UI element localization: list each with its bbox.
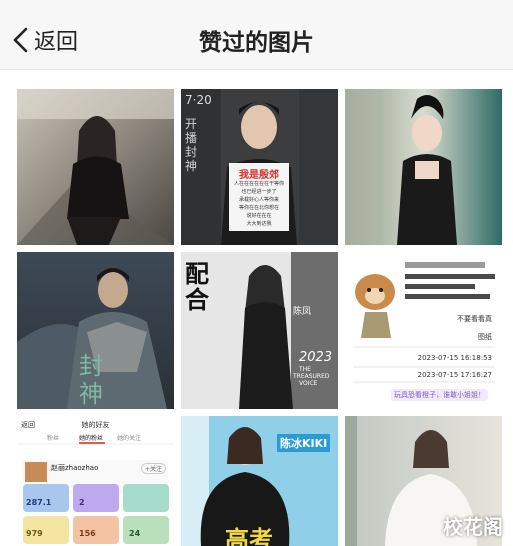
image-tile-8[interactable]: 陈冰KIKI 高考 [181,416,338,546]
sign-line-1: 人在在在在在在干等你 [233,181,284,187]
poster-en-line-1: THE [299,366,311,373]
sign-line-5: 说好在在在 [246,213,272,219]
poster-date: 7·20 [185,93,212,107]
image-grid: 7·20 开播封神 我是殷郊 人在在在在在在干等你 也已经进一步了 承载好心人等… [0,70,513,546]
poster-en-line-3: VOICE [299,380,318,387]
post-row-4: 2023-07-15 17:16:27 [417,371,492,379]
profile-stat-1: 287.1 [26,498,52,507]
image-tile-2[interactable]: 7·20 开播封神 我是殷郊 人在在在在在在干等你 也已经进一步了 承载好心人等… [181,89,338,245]
sign-title: 我是殷郊 [239,170,279,181]
poster-side-text: 开播封神 [185,117,198,173]
profile-stat-5: 24 [129,529,141,538]
image-woman-black-outfit [17,89,174,245]
profile-tab-3: 她的关注 [117,435,142,442]
profile-stat-3: 979 [26,529,43,538]
page-title: 赞过的图片 [199,30,314,56]
image-tile-1[interactable] [17,89,174,245]
profile-stat-4: 156 [79,529,96,538]
profile-follow: +关注 [140,463,166,474]
sign-line-6: 大大到达我 [246,221,272,227]
profile-stat-2: 2 [79,498,85,507]
post-row-3: 2023-07-15 16:18:53 [417,354,492,362]
image-dog-post [345,252,502,409]
image-tile-5[interactable]: 配 合 陈凤 2023 THE TREASURED VOICE [181,252,338,409]
sign-line-2: 也已经进一步了 [241,189,277,195]
post-row-2: 图纸 [478,333,492,341]
post-bubble: 玩具恐看橙子，谁敢小姐姐！ [391,389,488,401]
poster-side-text: 封神 [79,352,103,408]
image-tile-7[interactable]: 返回 她的好友 粉丝 她的粉丝 她的关注 赵丽zhaozhao +关注 287.… [17,416,174,546]
image-tile-3[interactable] [345,89,502,245]
profile-tab-2: 她的粉丝 [79,435,104,442]
post-row-1: 不要看看真 [457,315,492,323]
poster-tag: 陈冰KIKI [277,434,331,452]
watermark: 校花阁 [443,515,503,539]
poster-name: 陈凤 [293,307,312,317]
sign-line-3: 承载好心人等你来 [238,197,279,203]
sign-line-4: 等你在在北你想在 [238,205,279,211]
poster-big-text: 高考 [225,526,273,546]
profile-username: 赵丽zhaozhao [51,464,99,472]
image-tile-4[interactable]: 封神 [17,252,174,409]
image-woman-black-dress [345,89,502,245]
profile-header: 她的好友 [81,421,110,429]
poster-en-line-2: TREASURED [293,373,330,380]
poster-char-b: 合 [185,286,209,314]
poster-year: 2023 [299,350,333,365]
profile-tab-1: 粉丝 [47,435,60,442]
top-nav-bar: 返回 赞过的图片 [0,0,513,70]
image-tile-6[interactable]: 不要看看真 图纸 2023-07-15 16:18:53 2023-07-15 … [345,252,502,409]
